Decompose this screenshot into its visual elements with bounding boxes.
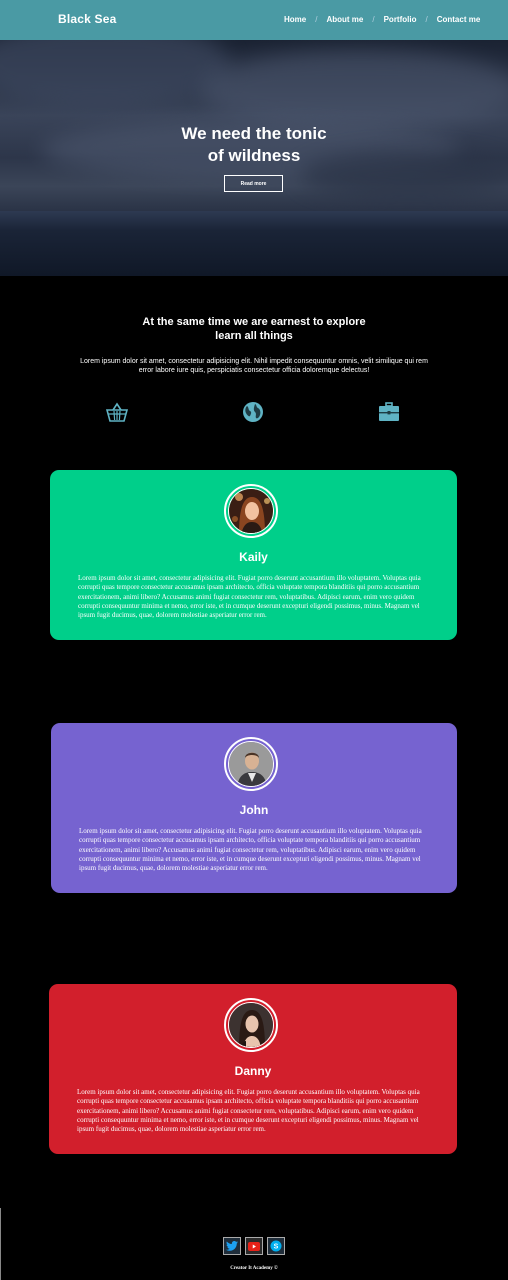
nav-item-contact[interactable]: Contact me: [437, 15, 481, 24]
nav-separator: /: [315, 15, 318, 24]
nav-item-portfolio[interactable]: Portfolio: [384, 15, 417, 24]
card-name: John: [239, 803, 269, 817]
basket-icon: [105, 401, 129, 423]
svg-text:S: S: [274, 1244, 279, 1251]
avatar: [224, 484, 278, 538]
card-name: Danny: [234, 1064, 272, 1078]
avatar: [224, 737, 278, 791]
hero-title: We need the tonic of wildness: [0, 123, 508, 167]
hero-cloud: [0, 40, 230, 110]
avatar-image: [228, 741, 274, 787]
avatar-image: [228, 488, 274, 534]
nav-separator: /: [372, 15, 375, 24]
hero-cloud: [200, 50, 508, 130]
hero-sea: [0, 211, 508, 276]
avatar-image: [228, 1002, 274, 1048]
section-description: Lorem ipsum dolor sit amet, consectetur …: [80, 358, 428, 374]
nav-item-about[interactable]: About me: [326, 15, 363, 24]
card-name: Kaily: [239, 550, 268, 564]
profile-card: Danny Lorem ipsum dolor sit amet, consec…: [49, 984, 457, 1154]
hero-title-line: We need the tonic: [181, 124, 327, 143]
avatar: [224, 998, 278, 1052]
top-navbar: Black Sea Home / About me / Portfolio / …: [0, 0, 508, 40]
youtube-icon[interactable]: [245, 1237, 263, 1255]
section-title: At the same time we are earnest to explo…: [0, 315, 508, 343]
section-title-line: learn all things: [215, 330, 293, 342]
card-description: Lorem ipsum dolor sit amet, consectetur …: [78, 574, 421, 620]
site-logo[interactable]: Black Sea: [58, 12, 117, 26]
briefcase-icon: [378, 401, 400, 423]
copyright-text: Creator It Academy ©: [230, 1266, 278, 1271]
nav-item-home[interactable]: Home: [284, 15, 306, 24]
card-description: Lorem ipsum dolor sit amet, consectetur …: [79, 827, 422, 873]
nav-separator: /: [425, 15, 428, 24]
twitter-icon[interactable]: [223, 1237, 241, 1255]
hero-title-line: of wildness: [207, 146, 301, 165]
skype-icon[interactable]: S: [267, 1237, 285, 1255]
card-description: Lorem ipsum dolor sit amet, consectetur …: [77, 1088, 420, 1134]
section-title-line: At the same time we are earnest to explo…: [142, 316, 366, 328]
main-nav: Home / About me / Portfolio / Contact me: [284, 15, 480, 24]
read-more-button[interactable]: Read more: [224, 175, 283, 192]
profile-card: Kaily Lorem ipsum dolor sit amet, consec…: [50, 470, 457, 640]
profile-card: John Lorem ipsum dolor sit amet, consect…: [51, 723, 457, 893]
hero-banner: We need the tonic of wildness Read more: [0, 40, 508, 276]
globe-icon: [242, 401, 264, 423]
